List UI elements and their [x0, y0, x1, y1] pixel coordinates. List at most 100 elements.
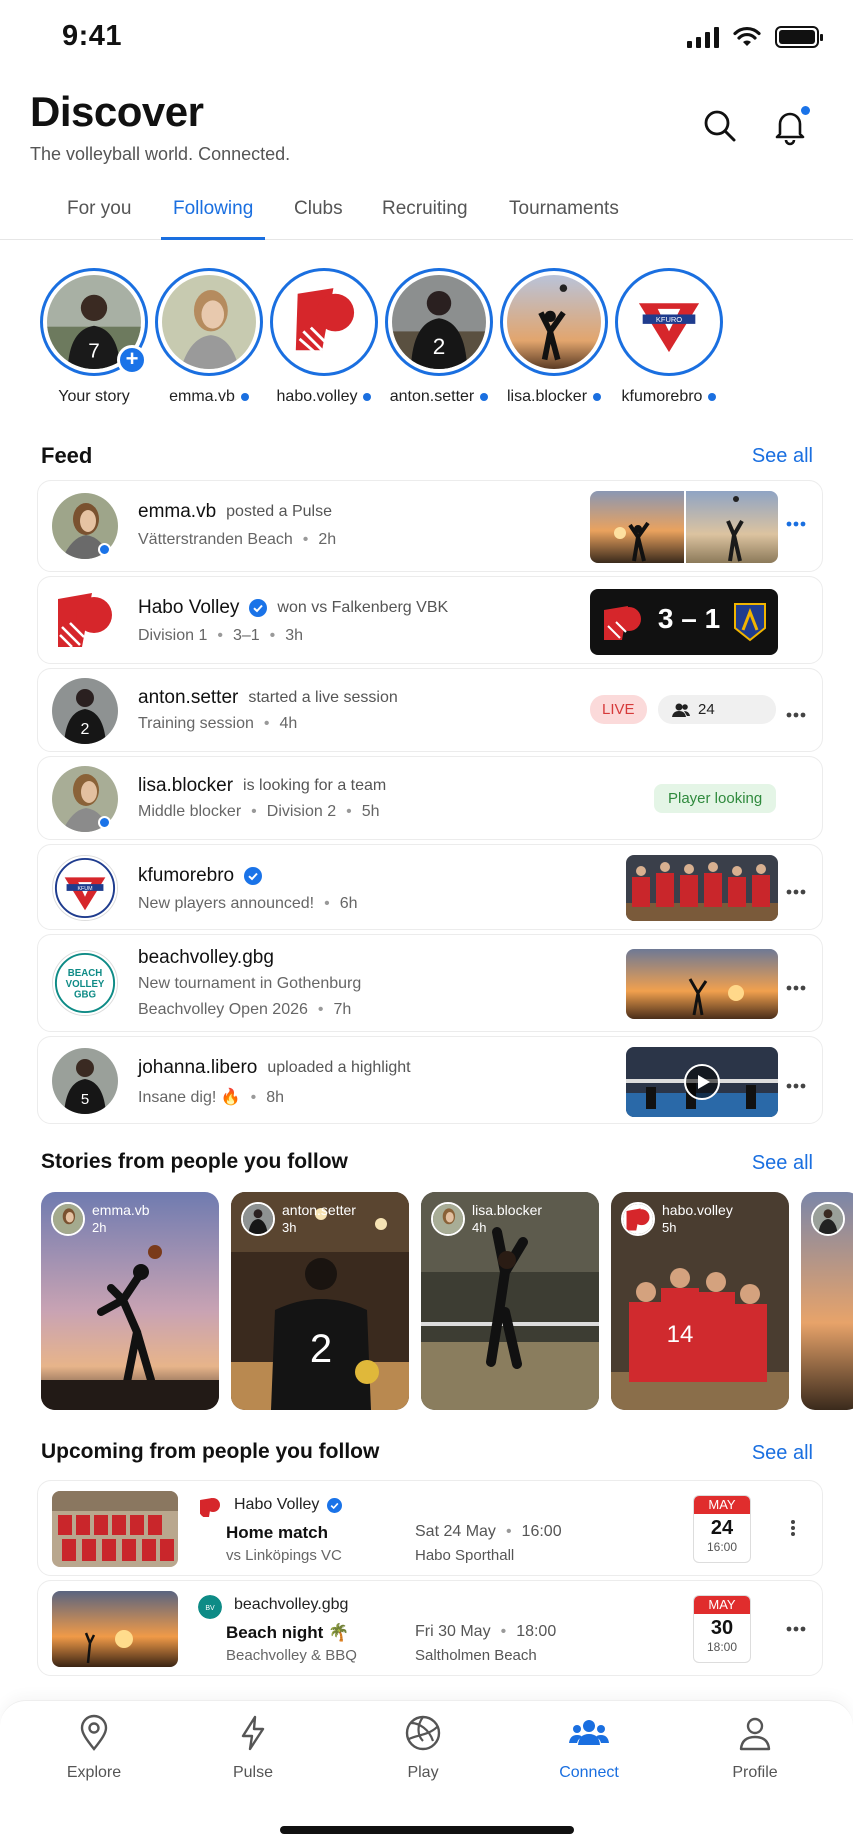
- svg-text:BV: BV: [205, 1605, 215, 1612]
- nav-label: Explore: [66, 1764, 122, 1781]
- avatar: 5: [52, 1048, 118, 1114]
- status-time: 9:41: [62, 20, 123, 52]
- more-options-icon[interactable]: [786, 883, 806, 903]
- story-name: kfumorebro: [621, 388, 703, 405]
- home-indicator: [280, 1826, 574, 1834]
- feed-item[interactable]: BEACH VOLLEY GBG beachvolley.gbg New tourn…: [37, 934, 823, 1032]
- more-options-icon[interactable]: [786, 979, 806, 999]
- pulse-image-1[interactable]: [590, 491, 684, 563]
- story-your-story[interactable]: 7 + Your story: [34, 268, 154, 406]
- stories-see-all-link[interactable]: See all: [752, 1152, 813, 1175]
- match-result-card[interactable]: 3 – 1: [590, 589, 778, 655]
- story-card[interactable]: 2 anton.setter 3h: [231, 1192, 409, 1410]
- calendar-date-badge[interactable]: MAY 24 16:00: [693, 1495, 751, 1563]
- story-habo-volley[interactable]: habo.volley: [264, 268, 384, 406]
- stories-section-title: Stories from people you follow: [41, 1150, 348, 1173]
- story-card[interactable]: emma.vb 2h: [41, 1192, 219, 1410]
- feed-user[interactable]: kfumorebro: [138, 865, 234, 887]
- highlight-video-thumbnail[interactable]: [626, 1047, 778, 1117]
- event-title: Beach night 🌴: [226, 1623, 350, 1642]
- tab-tournaments[interactable]: Tournaments: [497, 198, 631, 240]
- event-item[interactable]: BV beachvolley.gbg Beach night 🌴 Beachvo…: [37, 1580, 823, 1676]
- story-card[interactable]: lisa.blocker 4h: [421, 1192, 599, 1410]
- story-lisa-blocker[interactable]: lisa.blocker: [494, 268, 614, 406]
- more-options-icon[interactable]: [786, 1626, 806, 1632]
- new-story-dot: [363, 393, 372, 401]
- lightning-icon: [241, 1715, 265, 1751]
- nav-pulse[interactable]: Pulse: [198, 1713, 308, 1782]
- svg-text:KFUM: KFUM: [77, 886, 92, 892]
- more-options-icon[interactable]: [790, 1519, 796, 1537]
- tournament-thumbnail[interactable]: [626, 949, 778, 1019]
- stories-row: 7 + Your story emma.vb habo.volley 2 ant…: [0, 268, 853, 408]
- nav-label: Connect: [559, 1764, 619, 1781]
- feed-user[interactable]: emma.vb: [138, 501, 216, 523]
- event-item[interactable]: Habo Volley Home match vs Linköpings VC …: [37, 1480, 823, 1576]
- feed-user[interactable]: anton.setter: [138, 687, 238, 709]
- feed-detail: Middle blocker: [138, 803, 242, 820]
- pulse-image-2[interactable]: [686, 491, 778, 563]
- avatar: [51, 1202, 85, 1236]
- status-bar: 9:41: [0, 0, 853, 80]
- feed-item[interactable]: emma.vb posted a Pulse Vätterstranden Bea…: [37, 480, 823, 572]
- play-video-icon[interactable]: [684, 1064, 720, 1100]
- feed-user[interactable]: beachvolley.gbg: [138, 947, 274, 969]
- avatar: [241, 1202, 275, 1236]
- event-organizer-name[interactable]: Habo Volley: [234, 1496, 319, 1514]
- more-options-icon[interactable]: [786, 515, 806, 535]
- story-kfumorebro[interactable]: KFURO kfumorebro: [609, 268, 729, 406]
- nav-play[interactable]: Play: [368, 1713, 478, 1782]
- new-story-dot: [593, 393, 602, 401]
- add-story-plus-icon[interactable]: +: [117, 345, 147, 375]
- verified-badge-icon: [244, 867, 263, 885]
- battery-icon: [775, 26, 823, 48]
- tab-recruiting[interactable]: Recruiting: [370, 198, 480, 240]
- story-card-user: lisa.blocker: [472, 1202, 543, 1218]
- story-anton-setter[interactable]: 2 anton.setter: [379, 268, 499, 406]
- more-options-icon[interactable]: [786, 1077, 806, 1097]
- feed-see-all-link[interactable]: See all: [752, 445, 813, 468]
- feed-detail: Division 1: [138, 627, 208, 644]
- story-name: lisa.blocker: [506, 388, 588, 405]
- team-photo-thumbnail[interactable]: [626, 855, 778, 921]
- feed-time: 2h: [318, 531, 337, 548]
- notifications-button[interactable]: [770, 106, 810, 146]
- feed-user[interactable]: lisa.blocker: [138, 775, 233, 797]
- feed-item[interactable]: lisa.blocker is looking for a team Middle…: [37, 756, 823, 840]
- event-organizer: beachvolley.gbg: [234, 1596, 348, 1614]
- feed-item[interactable]: Habo Volley won vs Falkenberg VBK Divisi…: [37, 576, 823, 664]
- story-card[interactable]: 14 habo.volley 5h: [611, 1192, 789, 1410]
- feed-item[interactable]: KFUM kfumorebro New players announced! • 6…: [37, 844, 823, 930]
- calendar-time: 16:00: [706, 1540, 738, 1554]
- viewer-count: 24: [698, 701, 715, 718]
- club-logo: BEACH VOLLEY GBG: [52, 950, 118, 1016]
- club-logo: [621, 1202, 655, 1236]
- tab-following[interactable]: Following: [161, 198, 266, 240]
- tab-for-you[interactable]: For you: [55, 198, 143, 240]
- nav-explore[interactable]: Explore: [39, 1713, 149, 1782]
- event-organizer-name[interactable]: beachvolley.gbg: [234, 1596, 348, 1614]
- story-emma-vb[interactable]: emma.vb: [149, 268, 269, 406]
- avatar: [431, 1202, 465, 1236]
- person-icon: [739, 1717, 771, 1751]
- feed-item[interactable]: 5 johanna.libero uploaded a highlight Ins…: [37, 1036, 823, 1124]
- svg-text:2: 2: [81, 721, 90, 738]
- feed-user[interactable]: Habo Volley: [138, 597, 239, 619]
- nav-connect[interactable]: Connect: [534, 1713, 644, 1782]
- calendar-date-badge[interactable]: MAY 30 18:00: [693, 1595, 751, 1663]
- cellular-signal-icon: [687, 26, 719, 48]
- story-card-partial[interactable]: [801, 1192, 853, 1410]
- nav-profile[interactable]: Profile: [700, 1713, 810, 1782]
- feed-user[interactable]: johanna.libero: [138, 1057, 257, 1079]
- event-organizer: Habo Volley: [234, 1496, 343, 1514]
- calendar-time: 18:00: [706, 1640, 738, 1654]
- more-options-icon[interactable]: [786, 706, 806, 726]
- search-button[interactable]: [700, 106, 740, 146]
- calendar-month: MAY: [694, 1496, 750, 1514]
- tab-clubs[interactable]: Clubs: [282, 198, 355, 240]
- svg-text:2: 2: [310, 1327, 332, 1371]
- upcoming-see-all-link[interactable]: See all: [752, 1442, 813, 1465]
- avatar: [811, 1202, 845, 1236]
- feed-item[interactable]: 2 anton.setter started a live session Tra…: [37, 668, 823, 752]
- live-badge[interactable]: LIVE: [590, 695, 647, 724]
